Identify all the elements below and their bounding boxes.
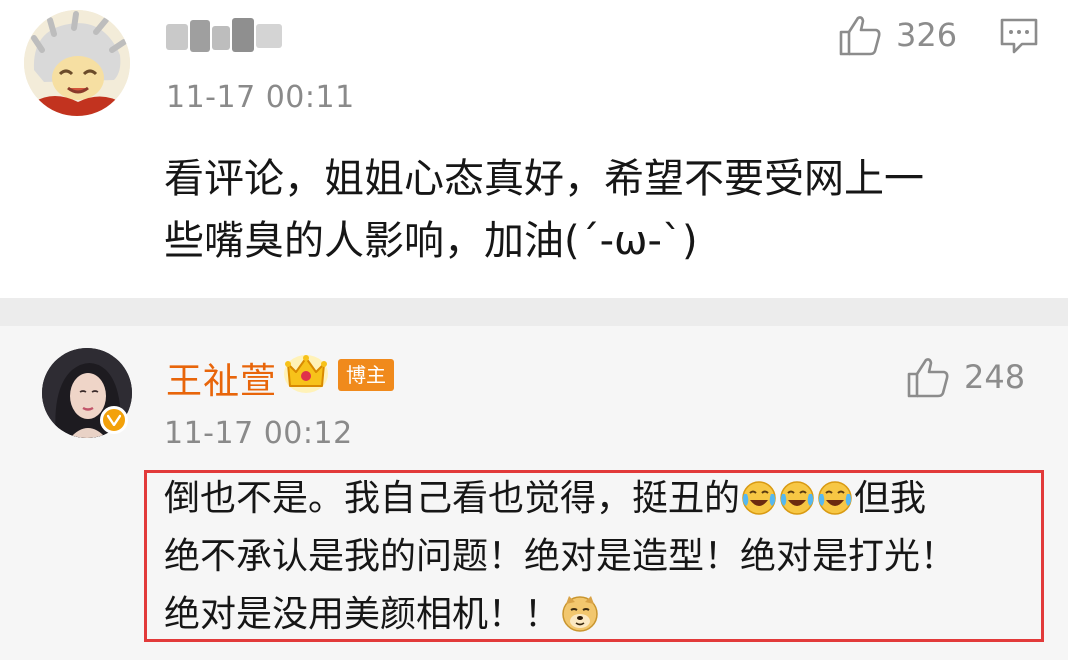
highlight-box (144, 470, 1044, 642)
like-count: 248 (964, 358, 1026, 396)
like-icon (839, 16, 881, 56)
comment-text: 看评论，姐姐心态真好，希望不要受网上一 些嘴臭的人影响，加油(´-ω-`) (164, 148, 924, 272)
comment-time: 11-17 00:11 (166, 80, 355, 115)
like-button[interactable]: 326 (838, 14, 957, 56)
author-name[interactable]: 王祉萱 (166, 352, 277, 404)
owner-badge: 博主 (338, 359, 394, 391)
section-divider (0, 298, 1068, 326)
like-button[interactable]: 248 (906, 356, 1025, 398)
reply-button[interactable] (998, 16, 1040, 56)
avatar-cartoon-image (24, 10, 130, 116)
comment-text-line: 些嘴臭的人影响，加油(´-ω-`) (164, 218, 698, 264)
avatar[interactable] (24, 10, 130, 116)
like-icon (907, 358, 949, 398)
comment-time: 11-17 00:12 (164, 416, 353, 451)
crown-icon (284, 355, 328, 393)
comment-text-line: 看评论，姐姐心态真好，希望不要受网上一 (164, 156, 924, 202)
blurred-username[interactable] (166, 18, 286, 56)
reply-icon (1000, 18, 1038, 54)
verified-badge-icon (100, 406, 128, 434)
like-count: 326 (896, 16, 958, 54)
comment-item: 11-17 00:11 326 看评论，姐姐心态真好，希望不要受网上一 些嘴臭的… (0, 0, 1068, 298)
